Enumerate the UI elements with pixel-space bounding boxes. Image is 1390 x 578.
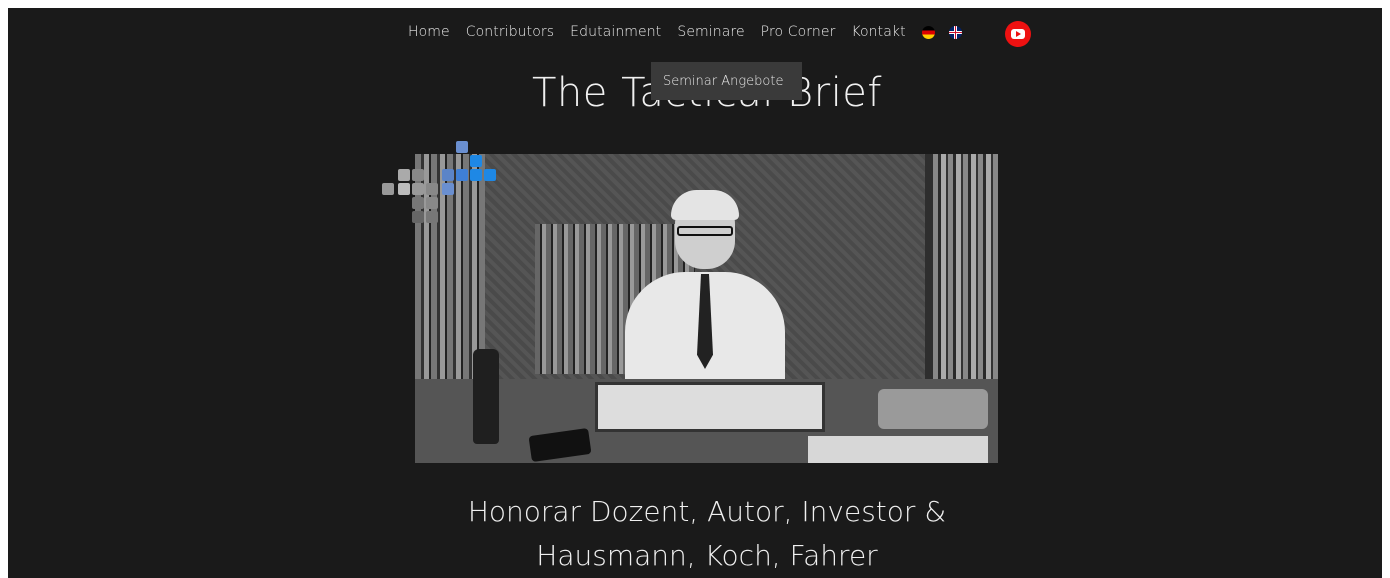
nav-pro-corner[interactable]: Pro Corner [761, 24, 836, 40]
bottle [473, 349, 499, 444]
german-flag-icon[interactable] [921, 25, 935, 39]
uk-flag-icon[interactable] [948, 25, 962, 39]
newspaper [808, 436, 988, 463]
hero-photo [415, 154, 998, 463]
nav-home[interactable]: Home [408, 24, 450, 40]
document-folder [595, 382, 825, 432]
person [605, 190, 805, 402]
nav-kontakt[interactable]: Kontakt [851, 24, 905, 40]
dropdown-seminar-angebote[interactable]: Seminar Angebote [651, 62, 802, 100]
nav-seminare[interactable]: Seminare [677, 24, 744, 40]
nav-edutainment[interactable]: Edutainment [570, 24, 661, 40]
hero-caption: Honorar Dozent, Autor, Investor & Hausma… [8, 490, 1382, 578]
caption-line-2: Hausmann, Koch, Fahrer [536, 539, 878, 572]
nav-contributors[interactable]: Contributors [466, 24, 554, 40]
flag-dish [878, 389, 988, 429]
top-navigation: Home Contributors Edutainment Seminare P… [8, 8, 1382, 58]
youtube-icon[interactable] [1005, 21, 1031, 47]
pixel-decoration [382, 141, 502, 231]
nav-links: Home Contributors Edutainment Seminare P… [408, 24, 976, 40]
page: Home Contributors Edutainment Seminare P… [8, 8, 1382, 578]
caption-line-1: Honorar Dozent, Autor, Investor & [467, 495, 947, 528]
